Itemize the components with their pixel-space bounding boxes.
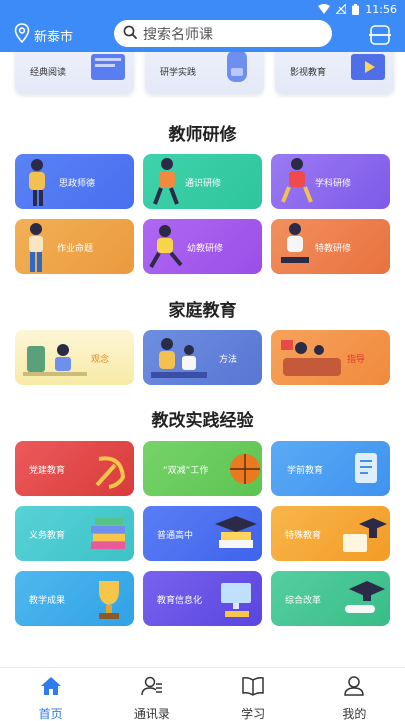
- running-person-illustration-icon: [153, 158, 179, 205]
- parent-child-illustration-icon: [151, 338, 207, 378]
- sitting-person-illustration-icon: [281, 158, 313, 203]
- card-guidance[interactable]: 指导: [271, 330, 390, 385]
- tab-home[interactable]: 首页: [0, 668, 101, 721]
- section-title-reform-practice: 教改实践经验: [151, 411, 254, 431]
- card-ideology-ethics[interactable]: 思政师德: [15, 154, 134, 209]
- family-sofa-illustration-icon: [281, 340, 341, 376]
- hammer-sickle-icon: [95, 456, 126, 489]
- card-classic-reading[interactable]: 经典阅读: [15, 52, 134, 94]
- sitting-reader-illustration-icon: [281, 223, 309, 263]
- card-homework-design[interactable]: 作业命题: [15, 219, 134, 274]
- search-icon: [123, 24, 137, 43]
- card-education-informatization[interactable]: 教育信息化: [143, 571, 262, 626]
- search-placeholder: 搜索名师课: [143, 26, 213, 43]
- video-player-illustration-icon: [351, 54, 385, 80]
- dancing-person-illustration-icon: [149, 225, 183, 268]
- teacher-training-grid: 思政师德 通识研修 学科研修 作业命题 幼教研修 特教研修: [15, 154, 390, 274]
- reform-practice-grid: 党建教育 “双减”工作 学前教育 义务教育 普通高中 特殊教育 教学成果 教育信…: [15, 441, 390, 626]
- status-time: 11:56: [365, 2, 397, 16]
- top-header: 新泰市 搜索名师课: [0, 18, 405, 52]
- computer-books-icon: [221, 583, 251, 617]
- graduation-cap-icon: [343, 518, 387, 552]
- status-bar: 11:56: [0, 0, 405, 18]
- location-pin-icon: [14, 23, 30, 47]
- home-icon: [40, 676, 62, 700]
- reading-person-illustration-icon: [29, 159, 45, 206]
- card-high-school[interactable]: 普通高中: [143, 506, 262, 561]
- book-stack-icon: [91, 518, 125, 549]
- card-double-reduction[interactable]: “双减”工作: [143, 441, 262, 496]
- section-title-teacher-training: 教师研修: [168, 125, 237, 145]
- card-preschool-training[interactable]: 幼教研修: [143, 219, 262, 274]
- bottom-tab-bar: 首页 通讯录 学习 我的: [0, 667, 405, 721]
- book-icon: [242, 676, 264, 700]
- card-general-training[interactable]: 通识研修: [143, 154, 262, 209]
- city-name: 新泰市: [34, 29, 74, 45]
- card-teaching-achievement[interactable]: 教学成果: [15, 571, 134, 626]
- card-party-building[interactable]: 党建教育: [15, 441, 134, 496]
- book-illustration-icon: [91, 54, 125, 80]
- tab-study[interactable]: 学习: [203, 668, 304, 721]
- family-education-grid: 观念 方法 指导: [15, 330, 390, 385]
- card-study-practice[interactable]: 研学实践: [145, 52, 264, 94]
- backpack-illustration-icon: [227, 52, 247, 82]
- card-compulsory-education[interactable]: 义务教育: [15, 506, 134, 561]
- contacts-icon: [141, 676, 163, 700]
- battery-icon: [352, 3, 360, 15]
- standing-person-illustration-icon: [29, 223, 43, 272]
- card-subject-training[interactable]: 学科研修: [271, 154, 390, 209]
- trophy-icon: [99, 581, 119, 619]
- wifi-icon: [318, 4, 331, 14]
- scan-icon[interactable]: [369, 24, 391, 50]
- tab-contacts[interactable]: 通讯录: [101, 668, 202, 721]
- card-preschool-education[interactable]: 学前教育: [271, 441, 390, 496]
- family-reading-illustration-icon: [23, 344, 87, 376]
- app-screen: 11:56 新泰市 搜索名师课 经典阅读 研学实践 影视教育 教师研修 思政师德…: [0, 0, 405, 721]
- section-title-family-education: 家庭教育: [168, 301, 237, 321]
- location-selector[interactable]: 新泰市: [14, 23, 73, 47]
- top-category-row: 经典阅读 研学实践 影视教育: [0, 52, 405, 98]
- card-method[interactable]: 方法: [143, 330, 262, 385]
- card-film-education[interactable]: 影视教育: [275, 52, 394, 94]
- card-special-education-training[interactable]: 特教研修: [271, 219, 390, 274]
- search-bar[interactable]: 搜索名师课: [114, 20, 332, 47]
- profile-icon: [343, 676, 365, 700]
- signal-off-icon: [336, 4, 347, 14]
- tab-profile[interactable]: 我的: [304, 668, 405, 721]
- graduation-books-icon: [215, 516, 257, 548]
- basketball-icon: [230, 454, 260, 484]
- card-concept[interactable]: 观念: [15, 330, 134, 385]
- card-comprehensive-reform[interactable]: 综合改革: [271, 571, 390, 626]
- diploma-cap-icon: [345, 581, 385, 613]
- document-icon: [355, 453, 377, 483]
- card-special-education[interactable]: 特殊教育: [271, 506, 390, 561]
